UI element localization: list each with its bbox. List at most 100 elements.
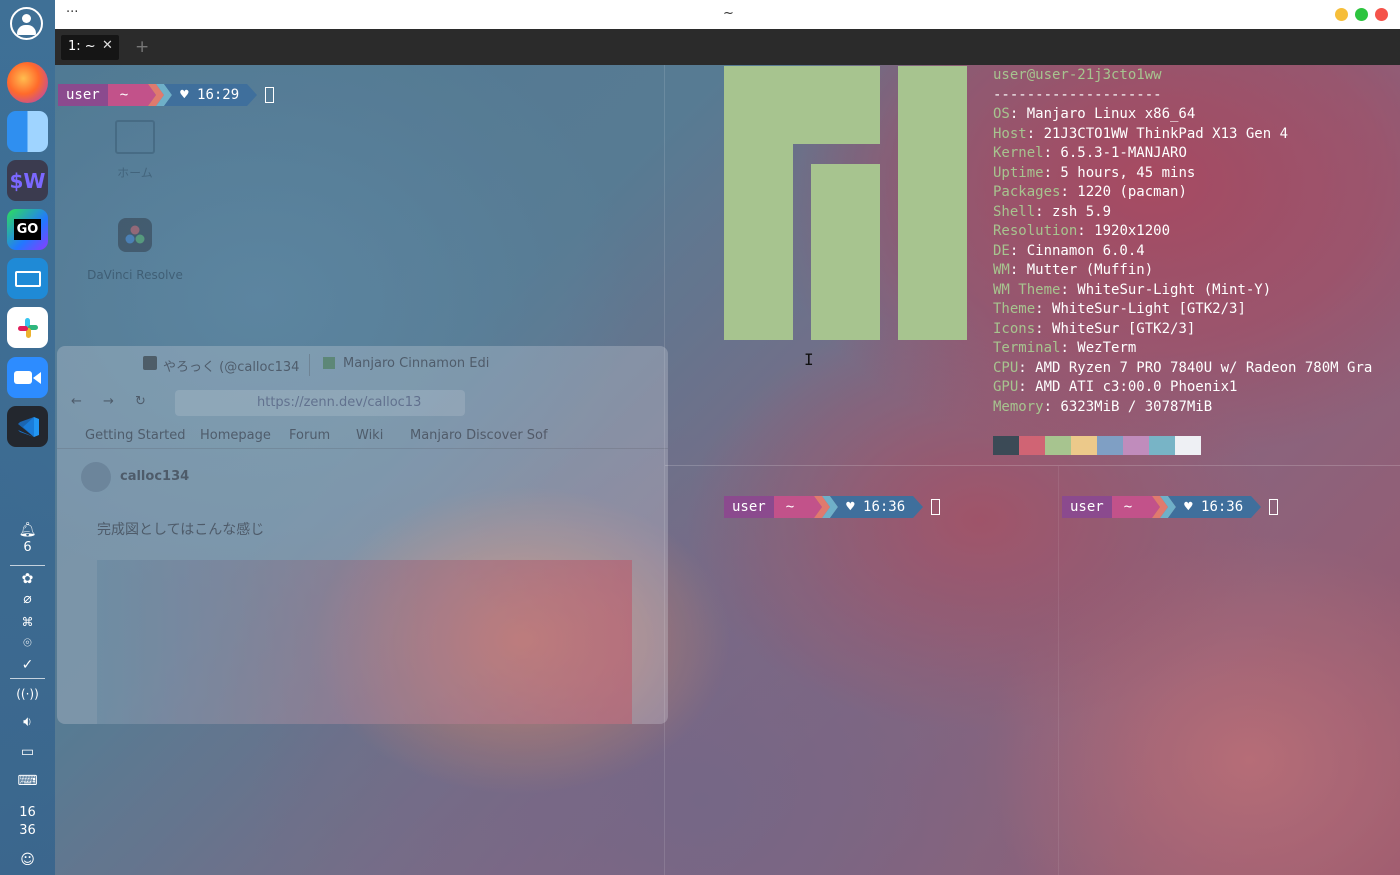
minimize-button[interactable] [1335,8,1348,21]
shell-prompt: user ~ ♥ 16:29 [58,84,275,106]
info-value: : 21J3CTO1WW ThinkPad X13 Gen 4 [1026,125,1289,142]
prompt-chevrons [1144,496,1185,518]
tab-1[interactable]: 1: ~ ✕ [61,35,119,60]
ibeam-cursor-icon: I [804,350,814,369]
slack-icon[interactable] [7,307,48,348]
command-key-icon[interactable]: ⌘ [0,614,55,630]
info-line: GPU: AMD ATI c3:00.0 Phoenix1 [993,378,1372,398]
info-value: : Mutter (Muffin) [1009,262,1154,278]
info-key: GPU [993,379,1019,395]
clock-minute[interactable]: 36 [0,823,55,839]
color-palette-icon[interactable]: ✿ [0,571,55,587]
color-swatch [1175,436,1201,455]
info-line: OS: Manjaro Linux x86_64 [993,105,1372,125]
userhost: user@user-21j3cto1ww [993,67,1162,83]
info-key: OS [993,106,1010,122]
info-value: : 5 hours, 45 mins [1043,164,1196,181]
info-line: DE: Cinnamon 6.0.4 [993,242,1372,262]
color-swatch [1019,436,1045,455]
color-swatch [1097,436,1123,455]
maximize-button[interactable] [1355,8,1368,21]
prompt-dir: ~ [1111,496,1145,518]
new-tab-button[interactable]: + [135,37,149,57]
info-key: Uptime [993,164,1044,181]
system-info: user@user-21j3cto1ww -------------------… [938,66,1372,455]
info-key: Theme [993,301,1036,317]
color-swatch [1045,436,1071,455]
firefox-icon[interactable] [7,62,48,103]
info-key: Host [993,125,1027,142]
notification-bell-icon[interactable]: 🔔︎ [0,522,55,538]
info-line: Resolution: 1920x1200 [993,222,1372,242]
dock: $W GO 🔔︎ 6 ✿ ⌀ ⌘ ⌾ ✓ ((·)) 🔉︎ ▭ ⌨ 16 36 … [0,0,55,875]
color-swatch [1071,436,1097,455]
shell-prompt: user ~ ♥ 16:36 [724,496,941,518]
info-key: Packages [993,184,1061,200]
prompt-user: user [1062,496,1112,518]
terminal-cursor [931,499,941,515]
clock-hour[interactable]: 16 [0,805,55,821]
zoom-icon[interactable] [7,357,48,398]
prompt-dir: ~ [773,496,807,518]
info-line: Uptime: 5 hours, 45 mins [993,164,1372,184]
info-key: WM [993,262,1010,278]
info-key: WM Theme [993,281,1061,298]
close-button[interactable] [1375,8,1388,21]
prompt-time: ♥ 16:36 [1184,496,1252,518]
separator-line: -------------------- [993,86,1162,103]
prompt-user: user [58,84,108,106]
info-line: Host: 21J3CTO1WW ThinkPad X13 Gen 4 [993,125,1372,145]
goland-icon[interactable]: GO [7,209,48,250]
info-line: Theme: WhiteSur-Light [GTK2/3] [993,300,1372,320]
tab-label: 1: ~ [68,39,96,54]
terminal-tabbar: 1: ~ ✕ + [55,29,1400,65]
info-key: Icons [993,320,1036,337]
prompt-time: ♥ 16:29 [180,84,248,106]
prompt-chevrons [140,84,181,106]
user-avatar-icon[interactable] [10,7,43,40]
bluetooth-off-icon[interactable]: ⌀ [0,591,55,607]
vscode-icon[interactable] [7,406,48,447]
wezterm-icon[interactable]: $W [7,160,48,201]
window-titlebar[interactable]: ··· ~ [55,0,1400,30]
info-key: Shell [993,203,1036,220]
shell-prompt: user ~ ♥ 16:36 [1062,496,1279,518]
pane-divider-vertical-2 [1058,466,1059,875]
account-icon[interactable]: ☺ [0,852,55,868]
pane-divider-vertical [664,65,665,875]
info-value: : AMD ATI c3:00.0 Phoenix1 [1018,379,1238,395]
check-circle-icon[interactable]: ✓ [0,657,55,673]
info-line: CPU: AMD Ryzen 7 PRO 7840U w/ Radeon 780… [993,359,1372,379]
info-line: Packages: 1220 (pacman) [993,183,1372,203]
manjaro-logo-icon [724,66,967,340]
remote-desktop-icon[interactable] [7,258,48,299]
prompt-end-arrow [913,496,924,518]
battery-icon[interactable]: ▭ [0,744,55,760]
info-value: : AMD Ryzen 7 PRO 7840U w/ Radeon 780M G… [1018,359,1373,376]
info-value: : WhiteSur-Light (Mint-Y) [1060,281,1272,298]
keyboard-icon[interactable]: ⌨ [0,773,55,789]
info-line: WM: Mutter (Muffin) [993,261,1372,281]
prompt-user: user [724,496,774,518]
info-key: DE [993,242,1010,259]
info-key: Resolution [993,223,1078,239]
window-title: ~ [723,6,734,21]
info-line: Kernel: 6.5.3-1-MANJARO [993,144,1372,164]
window-menu-icon[interactable]: ··· [66,5,78,20]
info-value: : 6.5.3-1-MANJARO [1043,145,1187,161]
prompt-time: ♥ 16:36 [846,496,914,518]
finder-icon[interactable] [7,111,48,152]
volume-icon[interactable]: 🔉︎ [0,714,55,730]
terminal-cursor [265,87,275,103]
info-value: : WezTerm [1060,340,1137,356]
info-value: : WhiteSur-Light [GTK2/3] [1035,301,1246,317]
tab-close-icon[interactable]: ✕ [102,38,113,53]
info-key: Kernel [993,145,1044,161]
wifi-icon[interactable]: ((·)) [0,686,55,702]
info-line: Icons: WhiteSur [GTK2/3] [993,320,1372,340]
location-icon[interactable]: ⌾ [0,635,55,651]
info-value: : zsh 5.9 [1035,203,1112,220]
tray-divider [10,678,45,679]
info-value: : Manjaro Linux x86_64 [1009,106,1196,122]
color-swatch [1123,436,1149,455]
